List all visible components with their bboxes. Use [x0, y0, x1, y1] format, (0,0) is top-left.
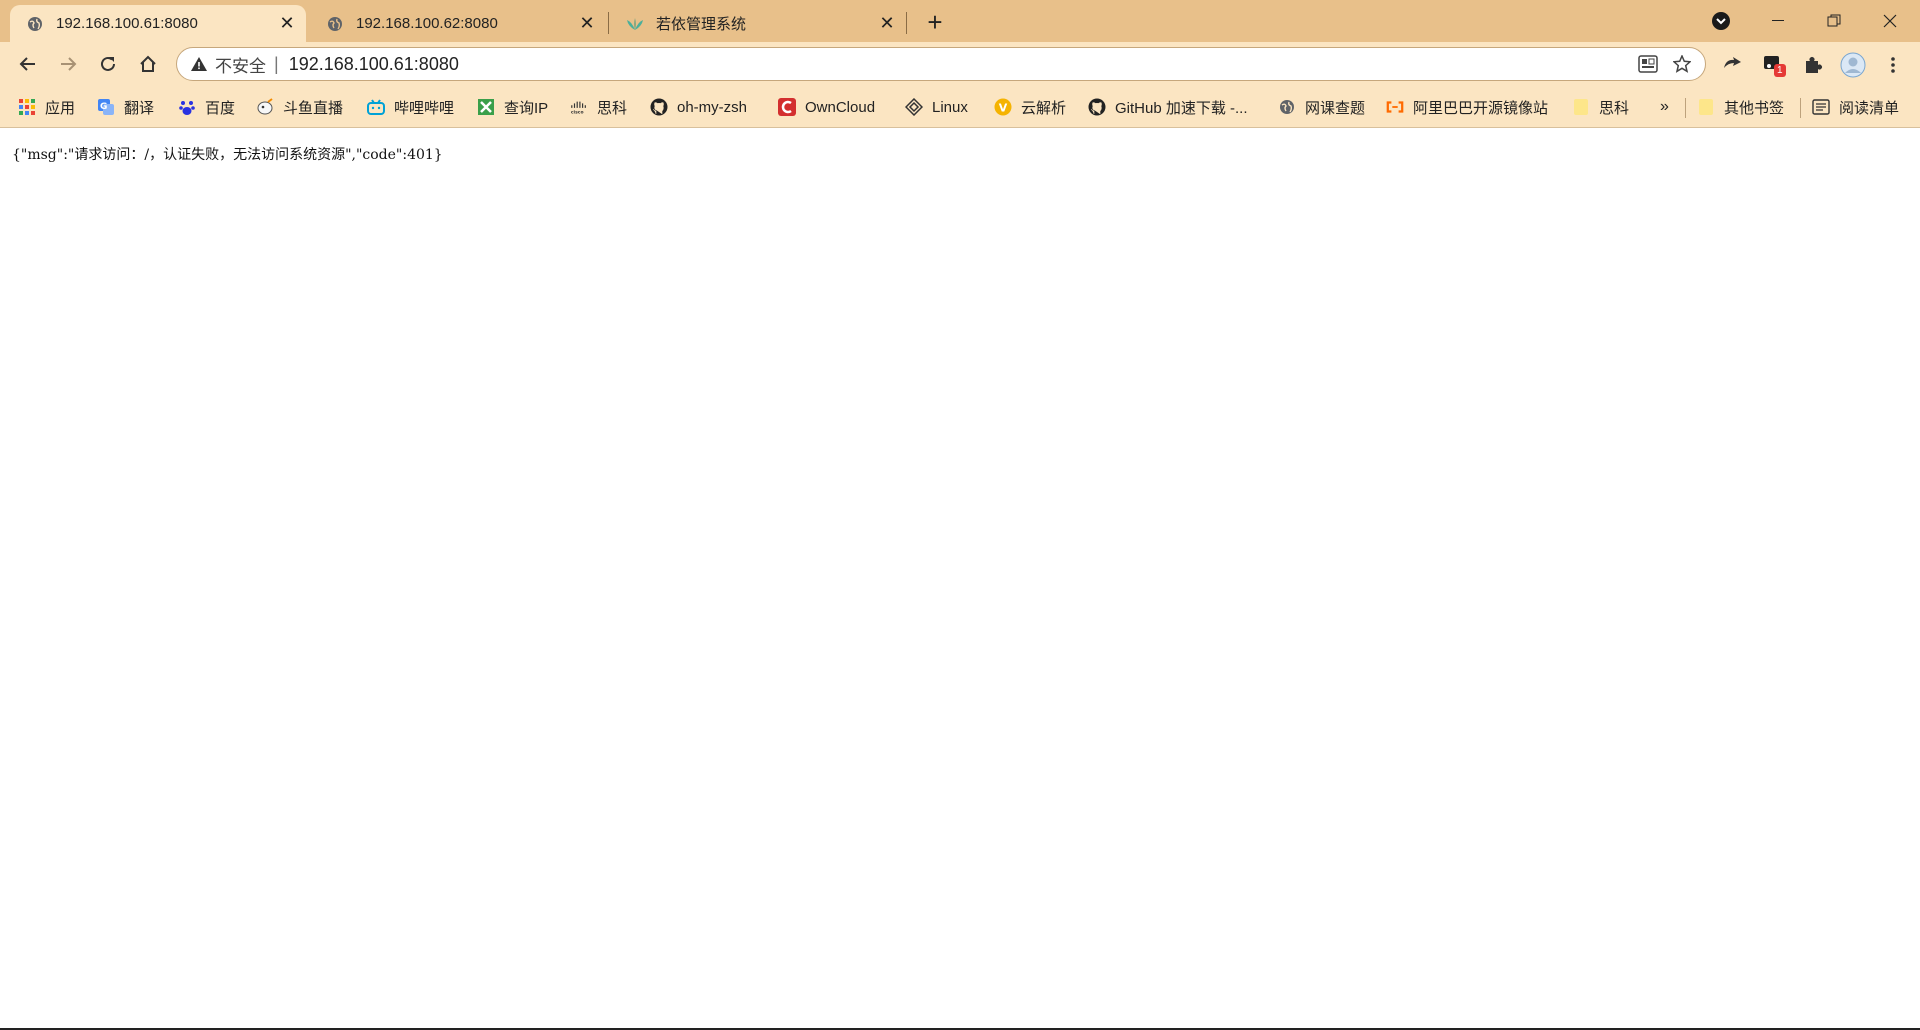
page-content: {"msg":"请求访问：/，认证失败，无法访问系统资源","code":401…	[0, 128, 1920, 1028]
linux-icon	[905, 98, 923, 116]
bookmark-label: 翻译	[124, 99, 155, 117]
bookmark-linux[interactable]: Linux	[905, 96, 968, 118]
bookmark-bilibili[interactable]: 哔哩哔哩	[367, 96, 454, 118]
github-icon	[650, 98, 668, 116]
bookmark-folder-cisco[interactable]: 思科	[1572, 96, 1629, 118]
reading-list-label: 阅读清单	[1839, 99, 1900, 117]
warning-icon[interactable]	[191, 56, 207, 72]
profile-avatar-icon[interactable]	[1838, 50, 1868, 80]
bookmark-oh-my-zsh[interactable]: oh-my-zsh	[650, 96, 747, 118]
browser-toolbar: 不安全 | 192.168.100.61:8080 1	[0, 42, 1920, 86]
restore-icon[interactable]	[1806, 0, 1861, 42]
bookmarks-separator	[1800, 98, 1801, 118]
bookmark-label: oh-my-zsh	[677, 98, 748, 116]
bookmark-label: 云解析	[1021, 99, 1067, 117]
bookmark-label: 其他书签	[1724, 99, 1785, 117]
bookmark-course-search[interactable]: 网课查题	[1278, 96, 1365, 118]
svg-text:V: V	[999, 102, 1008, 115]
bookmark-dns[interactable]: V 云解析	[994, 96, 1066, 118]
reading-list-button[interactable]: 阅读清单	[1812, 96, 1899, 118]
tab-strip: 192.168.100.61:8080 ✕ 192.168.100.62:808…	[0, 0, 1920, 42]
menu-kebab-icon[interactable]	[1878, 50, 1908, 80]
new-tab-button[interactable]: +	[920, 7, 950, 37]
translate-page-icon[interactable]	[1631, 49, 1665, 79]
bookmark-label: 查询IP	[504, 99, 549, 117]
folder-icon	[1697, 98, 1715, 116]
bookmark-github-accel[interactable]: GitHub 加速下载 -...	[1088, 96, 1248, 118]
bookmark-label: 思科	[597, 99, 628, 117]
folder-icon	[1572, 98, 1590, 116]
puzzle-icon[interactable]	[1798, 50, 1828, 80]
cisco-icon: cisco	[570, 98, 588, 116]
bookmark-translate[interactable]: G 翻译	[97, 96, 154, 118]
aliyun-icon	[1386, 98, 1404, 116]
bookmark-label: OwnCloud	[805, 98, 876, 116]
bookmark-label: 应用	[45, 99, 76, 117]
douyu-icon	[256, 98, 274, 116]
bookmark-label: Linux	[932, 98, 968, 116]
bookmark-label: 斗鱼直播	[283, 99, 344, 117]
bookmarks-separator	[1685, 98, 1686, 118]
tab-1[interactable]: 192.168.100.61:8080 ✕	[10, 5, 306, 42]
bookmark-douyu[interactable]: 斗鱼直播	[256, 96, 343, 118]
ip-lookup-icon	[477, 98, 495, 116]
response-body-text: {"msg":"请求访问：/，认证失败，无法访问系统资源","code":401…	[12, 147, 443, 163]
bookmark-label: 哔哩哔哩	[394, 99, 455, 117]
close-icon[interactable]: ✕	[576, 13, 598, 35]
tab-title: 192.168.100.62:8080	[356, 15, 498, 32]
sync-icon[interactable]	[1718, 50, 1748, 80]
globe-icon	[1278, 98, 1296, 116]
dns-v-icon: V	[994, 98, 1012, 116]
bookmarks-bar: 应用 G 翻译 百度 斗鱼直播 哔哩哔哩 查询IP cisco 思科 oh-my…	[0, 86, 1920, 128]
bilibili-icon	[367, 98, 385, 116]
baidu-paw-icon	[178, 98, 196, 116]
bookmark-label: GitHub 加速下载 -...	[1115, 99, 1248, 117]
url-text[interactable]: 192.168.100.61:8080	[289, 54, 1631, 75]
bookmark-label: 阿里巴巴开源镜像站	[1413, 99, 1549, 117]
owncloud-icon	[778, 98, 796, 116]
ruoyi-leaf-icon	[626, 15, 644, 33]
reading-list-icon	[1812, 98, 1830, 116]
extension-badge-count: 1	[1774, 64, 1786, 77]
security-label[interactable]: 不安全	[215, 52, 266, 77]
bookmark-label: 网课查题	[1305, 99, 1366, 117]
globe-icon	[326, 15, 344, 33]
github-icon	[1088, 98, 1106, 116]
bookmark-ip-lookup[interactable]: 查询IP	[477, 96, 548, 118]
close-icon[interactable]: ✕	[876, 13, 898, 35]
apps-grid-icon	[18, 98, 36, 116]
tab-3[interactable]: 若依管理系统 ✕	[610, 5, 906, 42]
tab-2[interactable]: 192.168.100.62:8080 ✕	[310, 5, 606, 42]
bookmark-aliyun-mirror[interactable]: 阿里巴巴开源镜像站	[1386, 96, 1548, 118]
minimize-icon[interactable]	[1750, 0, 1805, 42]
address-bar[interactable]: 不安全 | 192.168.100.61:8080	[176, 47, 1706, 81]
tab-search-icon[interactable]	[1712, 12, 1730, 30]
tab-title: 192.168.100.61:8080	[56, 15, 198, 32]
bookmark-owncloud[interactable]: OwnCloud	[778, 96, 875, 118]
bookmark-label: 思科	[1599, 99, 1630, 117]
tab-separator	[906, 12, 907, 34]
omnibox-divider: |	[274, 53, 279, 74]
bookmark-apps[interactable]: 应用	[18, 96, 75, 118]
tab-title: 若依管理系统	[656, 16, 747, 33]
bookmark-baidu[interactable]: 百度	[178, 96, 235, 118]
translate-icon: G	[97, 98, 115, 116]
svg-text:G: G	[100, 102, 107, 112]
extension-badge-icon[interactable]: 1	[1758, 50, 1788, 80]
forward-icon[interactable]	[52, 48, 84, 80]
close-icon[interactable]: ✕	[276, 13, 298, 35]
bookmark-other[interactable]: 其他书签	[1697, 96, 1784, 118]
back-icon[interactable]	[12, 48, 44, 80]
reload-icon[interactable]	[92, 48, 124, 80]
bookmark-cisco[interactable]: cisco 思科	[570, 96, 627, 118]
window-close-icon[interactable]	[1862, 0, 1917, 42]
bookmarks-overflow-button[interactable]: »	[1660, 96, 1669, 118]
bookmark-star-icon[interactable]	[1665, 49, 1699, 79]
svg-text:cisco: cisco	[571, 109, 584, 115]
globe-icon	[26, 15, 44, 33]
tab-separator	[608, 12, 609, 34]
home-icon[interactable]	[132, 48, 164, 80]
bookmark-label: 百度	[205, 99, 236, 117]
